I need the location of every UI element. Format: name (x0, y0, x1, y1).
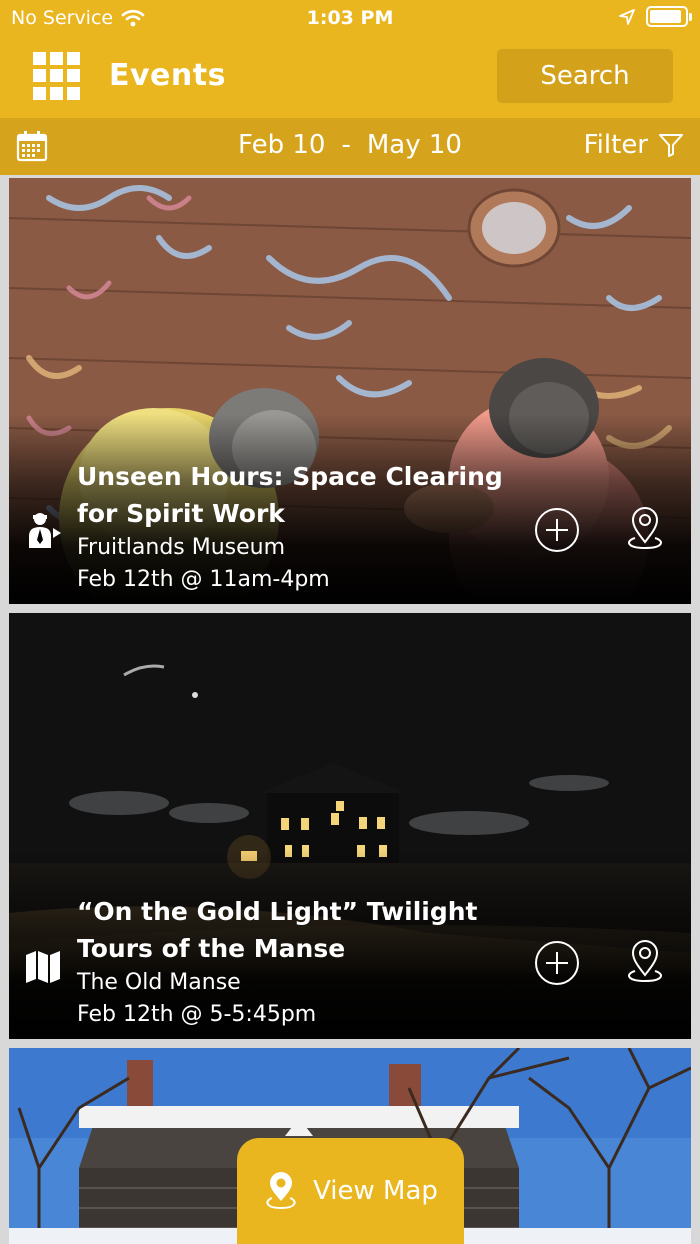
event-title-line: “On the Gold Light” Twilight (77, 897, 478, 926)
event-date: Feb 12th @ 5-5:45pm (77, 1002, 317, 1027)
status-time: 1:03 PM (306, 7, 394, 29)
map-pin-icon (266, 1172, 296, 1210)
start-date: Feb 10 (238, 130, 326, 160)
event-info: Unseen Hours: Space Clearing for Spirit … (77, 458, 517, 596)
add-to-calendar-icon[interactable] (533, 506, 581, 554)
location-pin-icon[interactable] (621, 504, 669, 552)
navigation-header: Events Search (0, 36, 700, 118)
event-venue: The Old Manse (77, 970, 241, 995)
location-arrow-icon (619, 8, 635, 25)
event-date: Feb 12th @ 11am-4pm (77, 567, 330, 592)
location-pin-icon[interactable] (621, 937, 669, 985)
guided-tour-icon (29, 513, 61, 548)
end-date: May 10 (366, 130, 462, 160)
filter-funnel-icon (659, 134, 683, 157)
filter-label: Filter (583, 130, 648, 160)
app-header-bar: No Service 1:03 PM Events Search (0, 0, 700, 118)
view-map-label: View Map (313, 1176, 438, 1206)
battery-icon (646, 6, 692, 27)
filter-button[interactable]: Filter (584, 130, 684, 160)
event-card[interactable]: “On the Gold Light” Twilight Tours of th… (9, 613, 691, 1039)
date-separator: - (341, 130, 351, 160)
event-title-line: Tours of the Manse (77, 934, 346, 963)
event-card[interactable]: Unseen Hours: Space Clearing for Spirit … (9, 178, 691, 604)
search-button[interactable]: Search (497, 49, 673, 103)
page-title: Events (109, 58, 226, 93)
status-bar: No Service 1:03 PM (0, 0, 700, 36)
event-title-line: for Spirit Work (77, 499, 285, 528)
event-title[interactable]: “On the Gold Light” Twilight Tours of th… (77, 893, 517, 967)
event-venue: Fruitlands Museum (77, 535, 286, 560)
app-menu-grid-icon[interactable] (33, 52, 81, 100)
add-to-calendar-icon[interactable] (533, 939, 581, 987)
date-range-bar: Feb 10- May 10 Filter (0, 118, 700, 175)
event-title-line: Unseen Hours: Space Clearing (77, 462, 503, 491)
event-info: “On the Gold Light” Twilight Tours of th… (77, 893, 517, 1031)
map-icon (26, 951, 60, 983)
view-map-button[interactable]: View Map (237, 1138, 464, 1244)
event-title[interactable]: Unseen Hours: Space Clearing for Spirit … (77, 458, 517, 532)
